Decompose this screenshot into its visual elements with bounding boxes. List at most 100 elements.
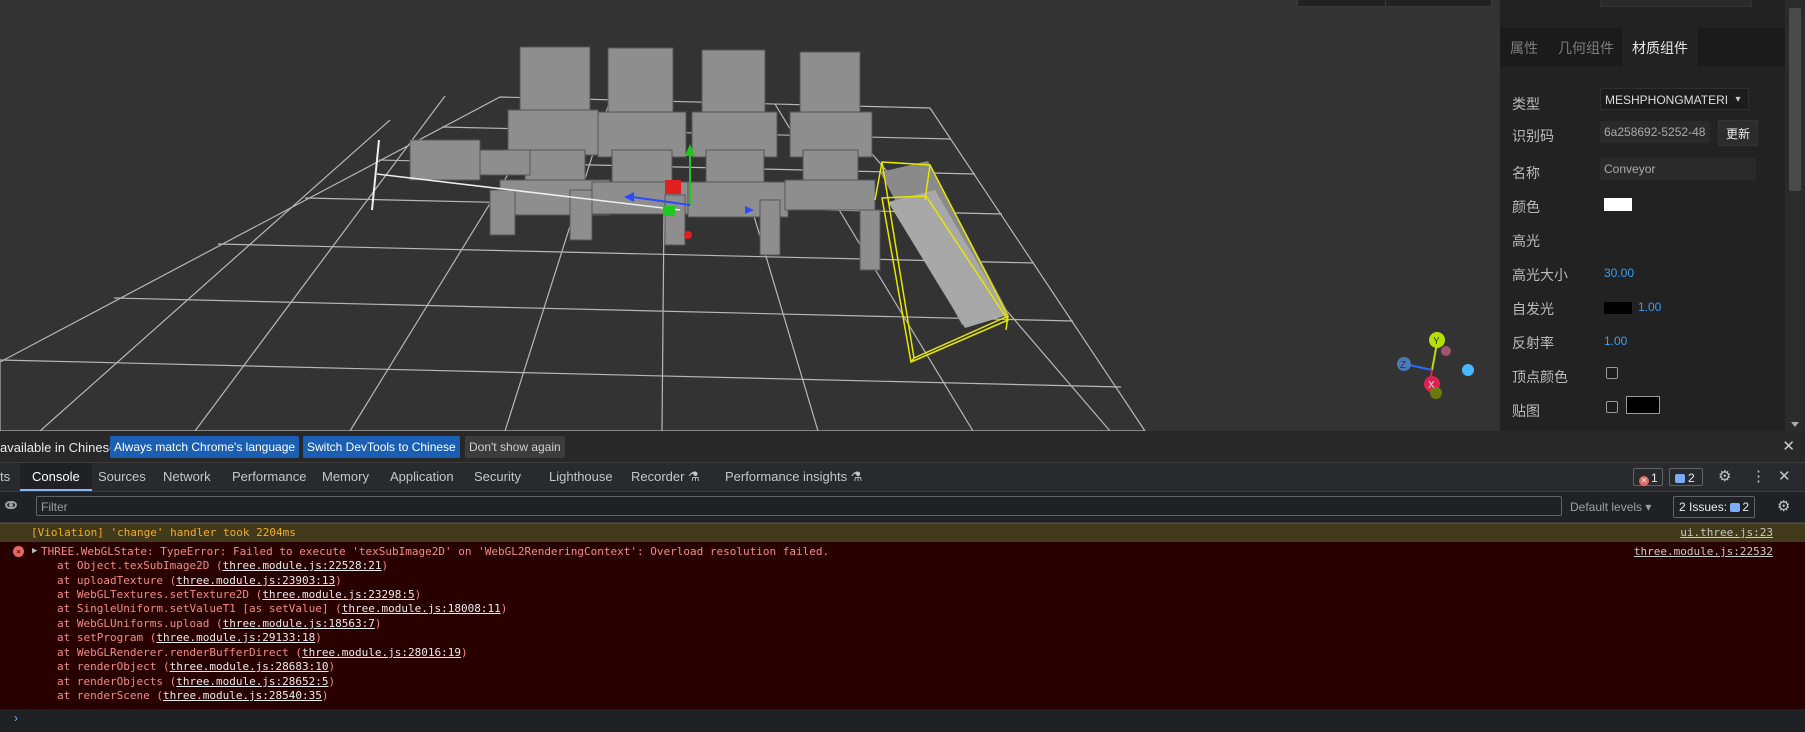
tab-memory[interactable]: Memory bbox=[322, 463, 369, 491]
stack-frame: at WebGLTextures.setTexture2D (three.mod… bbox=[57, 588, 422, 601]
tab-elements-partial[interactable]: ts bbox=[0, 463, 10, 491]
always-match-language-button[interactable]: Always match Chrome's language bbox=[110, 436, 300, 458]
color-label: 颜色 bbox=[1512, 199, 1540, 215]
console-settings-gear-icon[interactable]: ⚙ bbox=[1777, 497, 1790, 515]
eye-icon[interactable] bbox=[5, 501, 17, 509]
viewport-3d[interactable]: Y Z X bbox=[0, 0, 1500, 431]
gizmo-z-label: Z bbox=[1400, 360, 1406, 371]
issues-button[interactable]: 2 Issues: 2 bbox=[1673, 496, 1756, 518]
stack-link[interactable]: three.module.js:28683:10 bbox=[170, 660, 329, 673]
name-input[interactable]: Conveyor bbox=[1600, 158, 1756, 180]
uuid-label: 识别码 bbox=[1512, 128, 1554, 144]
violation-text: [Violation] 'change' handler took 2204ms bbox=[31, 526, 296, 539]
stack-link[interactable]: three.module.js:28016:19 bbox=[302, 646, 461, 659]
sidebar-tabs: 属性 几何组件 材质组件 bbox=[1500, 28, 1785, 66]
emissive-swatch[interactable] bbox=[1604, 302, 1632, 314]
stack-frame: at renderScene (three.module.js:28540:35… bbox=[57, 689, 329, 702]
stack-link[interactable]: three.module.js:23298:5 bbox=[262, 588, 414, 601]
stack-link[interactable]: three.module.js:23903:13 bbox=[176, 574, 335, 587]
tab-application[interactable]: Application bbox=[390, 463, 454, 491]
error-counter[interactable]: ✕ 1 bbox=[1633, 468, 1663, 486]
stack-frame: at SingleUniform.setValueT1 [as setValue… bbox=[57, 602, 508, 615]
properties-sidebar: 属性 几何组件 材质组件 类型 MESHPHONGMATERI ▾ 识别码 6a2… bbox=[1500, 0, 1785, 431]
more-options-icon[interactable]: ⋮ bbox=[1751, 463, 1766, 491]
scroll-down-icon[interactable] bbox=[1791, 422, 1799, 427]
uuid-input[interactable]: 6a258692-5252-48 bbox=[1600, 121, 1710, 143]
row-type: 类型 MESHPHONGMATERI ▾ bbox=[1500, 86, 1785, 116]
message-icon bbox=[1675, 474, 1685, 483]
row-reflectivity: 反射率 1.00 bbox=[1500, 325, 1785, 355]
error-source-link[interactable]: three.module.js:22532 bbox=[1634, 545, 1773, 558]
name-label: 名称 bbox=[1512, 165, 1540, 181]
row-uuid: 识别码 6a258692-5252-48 更新 bbox=[1500, 118, 1785, 148]
stack-frame: at Object.texSubImage2D (three.module.js… bbox=[57, 559, 389, 572]
filter-input[interactable]: Filter bbox=[36, 496, 1562, 516]
row-map: 贴图 bbox=[1500, 393, 1785, 423]
error-headline: THREE.WebGLState: TypeError: Failed to e… bbox=[41, 545, 830, 558]
close-icon[interactable]: ✕ bbox=[1782, 437, 1795, 455]
tab-console[interactable]: Console bbox=[20, 463, 92, 491]
specular-label: 高光 bbox=[1512, 233, 1540, 249]
console-prompt[interactable]: › bbox=[14, 711, 18, 725]
default-levels-dropdown[interactable]: Default levels ▾ bbox=[1570, 500, 1651, 514]
stack-link[interactable]: three.module.js:28652:5 bbox=[176, 675, 328, 688]
scrollbar-thumb[interactable] bbox=[1789, 8, 1801, 191]
tab-network[interactable]: Network bbox=[163, 463, 211, 491]
sidebar-scrollbar[interactable] bbox=[1785, 0, 1805, 431]
violation-source-link[interactable]: ui.three.js:23 bbox=[1680, 524, 1773, 542]
row-name: 名称 Conveyor bbox=[1500, 155, 1785, 185]
sidebar-top bbox=[1500, 0, 1785, 29]
reflectivity-value[interactable]: 1.00 bbox=[1604, 334, 1627, 348]
stack-frame: at setProgram (three.module.js:29133:18) bbox=[57, 631, 322, 644]
map-label: 贴图 bbox=[1512, 403, 1540, 419]
emissive-label: 自发光 bbox=[1512, 301, 1554, 317]
shininess-label: 高光大小 bbox=[1512, 267, 1568, 283]
tab-recorder[interactable]: Recorder ⚗ bbox=[631, 463, 700, 491]
stack-frame: at WebGLUniforms.upload (three.module.js… bbox=[57, 617, 382, 630]
chevron-down-icon: ▾ bbox=[1645, 500, 1652, 514]
stack-link[interactable]: three.module.js:18008:11 bbox=[342, 602, 501, 615]
gizmo-y-label: Y bbox=[1433, 336, 1440, 347]
type-select[interactable]: MESHPHONGMATERI ▾ bbox=[1600, 88, 1749, 110]
row-shininess: 高光大小 30.00 bbox=[1500, 257, 1785, 287]
emissive-value[interactable]: 1.00 bbox=[1638, 300, 1661, 314]
gizmo-x-label: X bbox=[1428, 380, 1435, 391]
map-texture-slot[interactable] bbox=[1626, 396, 1660, 414]
tab-lighthouse[interactable]: Lighthouse bbox=[549, 463, 613, 491]
sidebar-top-field[interactable] bbox=[1600, 0, 1752, 7]
stack-link[interactable]: three.module.js:18563:7 bbox=[223, 617, 375, 630]
tab-performance-insights[interactable]: Performance insights ⚗ bbox=[725, 463, 862, 491]
map-checkbox[interactable] bbox=[1606, 401, 1618, 413]
gear-icon[interactable]: ⚙ bbox=[1718, 463, 1731, 491]
dont-show-again-button[interactable]: Don't show again bbox=[465, 436, 565, 458]
stack-link[interactable]: three.module.js:28540:35 bbox=[163, 689, 322, 702]
stack-frame: at renderObject (three.module.js:28683:1… bbox=[57, 660, 336, 673]
tab-geometry[interactable]: 几何组件 bbox=[1548, 28, 1624, 66]
row-color: 颜色 bbox=[1500, 189, 1785, 219]
scene-canvas[interactable]: Y Z X bbox=[0, 0, 1500, 431]
view-helper-gizmo: Y Z X bbox=[1397, 332, 1474, 399]
shininess-value[interactable]: 30.00 bbox=[1604, 266, 1634, 280]
message-counter[interactable]: 2 bbox=[1669, 468, 1703, 486]
type-label: 类型 bbox=[1512, 96, 1540, 112]
devtools-tabbar: ts Console Sources Network Performance M… bbox=[0, 463, 1805, 492]
stack-link[interactable]: three.module.js:22528:21 bbox=[223, 559, 382, 572]
tab-sources[interactable]: Sources bbox=[98, 463, 146, 491]
color-swatch[interactable] bbox=[1604, 198, 1632, 211]
tab-security[interactable]: Security bbox=[474, 463, 521, 491]
flask-icon: ⚗ bbox=[850, 469, 863, 484]
stack-frame: at renderObjects (three.module.js:28652:… bbox=[57, 675, 336, 688]
tab-properties[interactable]: 属性 bbox=[1500, 28, 1548, 66]
vertex-colors-checkbox[interactable] bbox=[1606, 367, 1618, 379]
switch-to-chinese-button[interactable]: Switch DevTools to Chinese bbox=[303, 436, 460, 458]
expand-triangle-icon[interactable]: ▶ bbox=[32, 546, 37, 556]
tab-material[interactable]: 材质组件 bbox=[1622, 28, 1698, 66]
row-specular: 高光 bbox=[1500, 223, 1785, 253]
error-icon: ✕ bbox=[13, 546, 24, 557]
uuid-update-button[interactable]: 更新 bbox=[1718, 120, 1758, 146]
error-icon: ✕ bbox=[1639, 476, 1649, 486]
stack-link[interactable]: three.module.js:29133:18 bbox=[156, 631, 315, 644]
reflectivity-label: 反射率 bbox=[1512, 335, 1554, 351]
tab-performance[interactable]: Performance bbox=[232, 463, 306, 491]
close-devtools-icon[interactable]: ✕ bbox=[1778, 463, 1791, 491]
